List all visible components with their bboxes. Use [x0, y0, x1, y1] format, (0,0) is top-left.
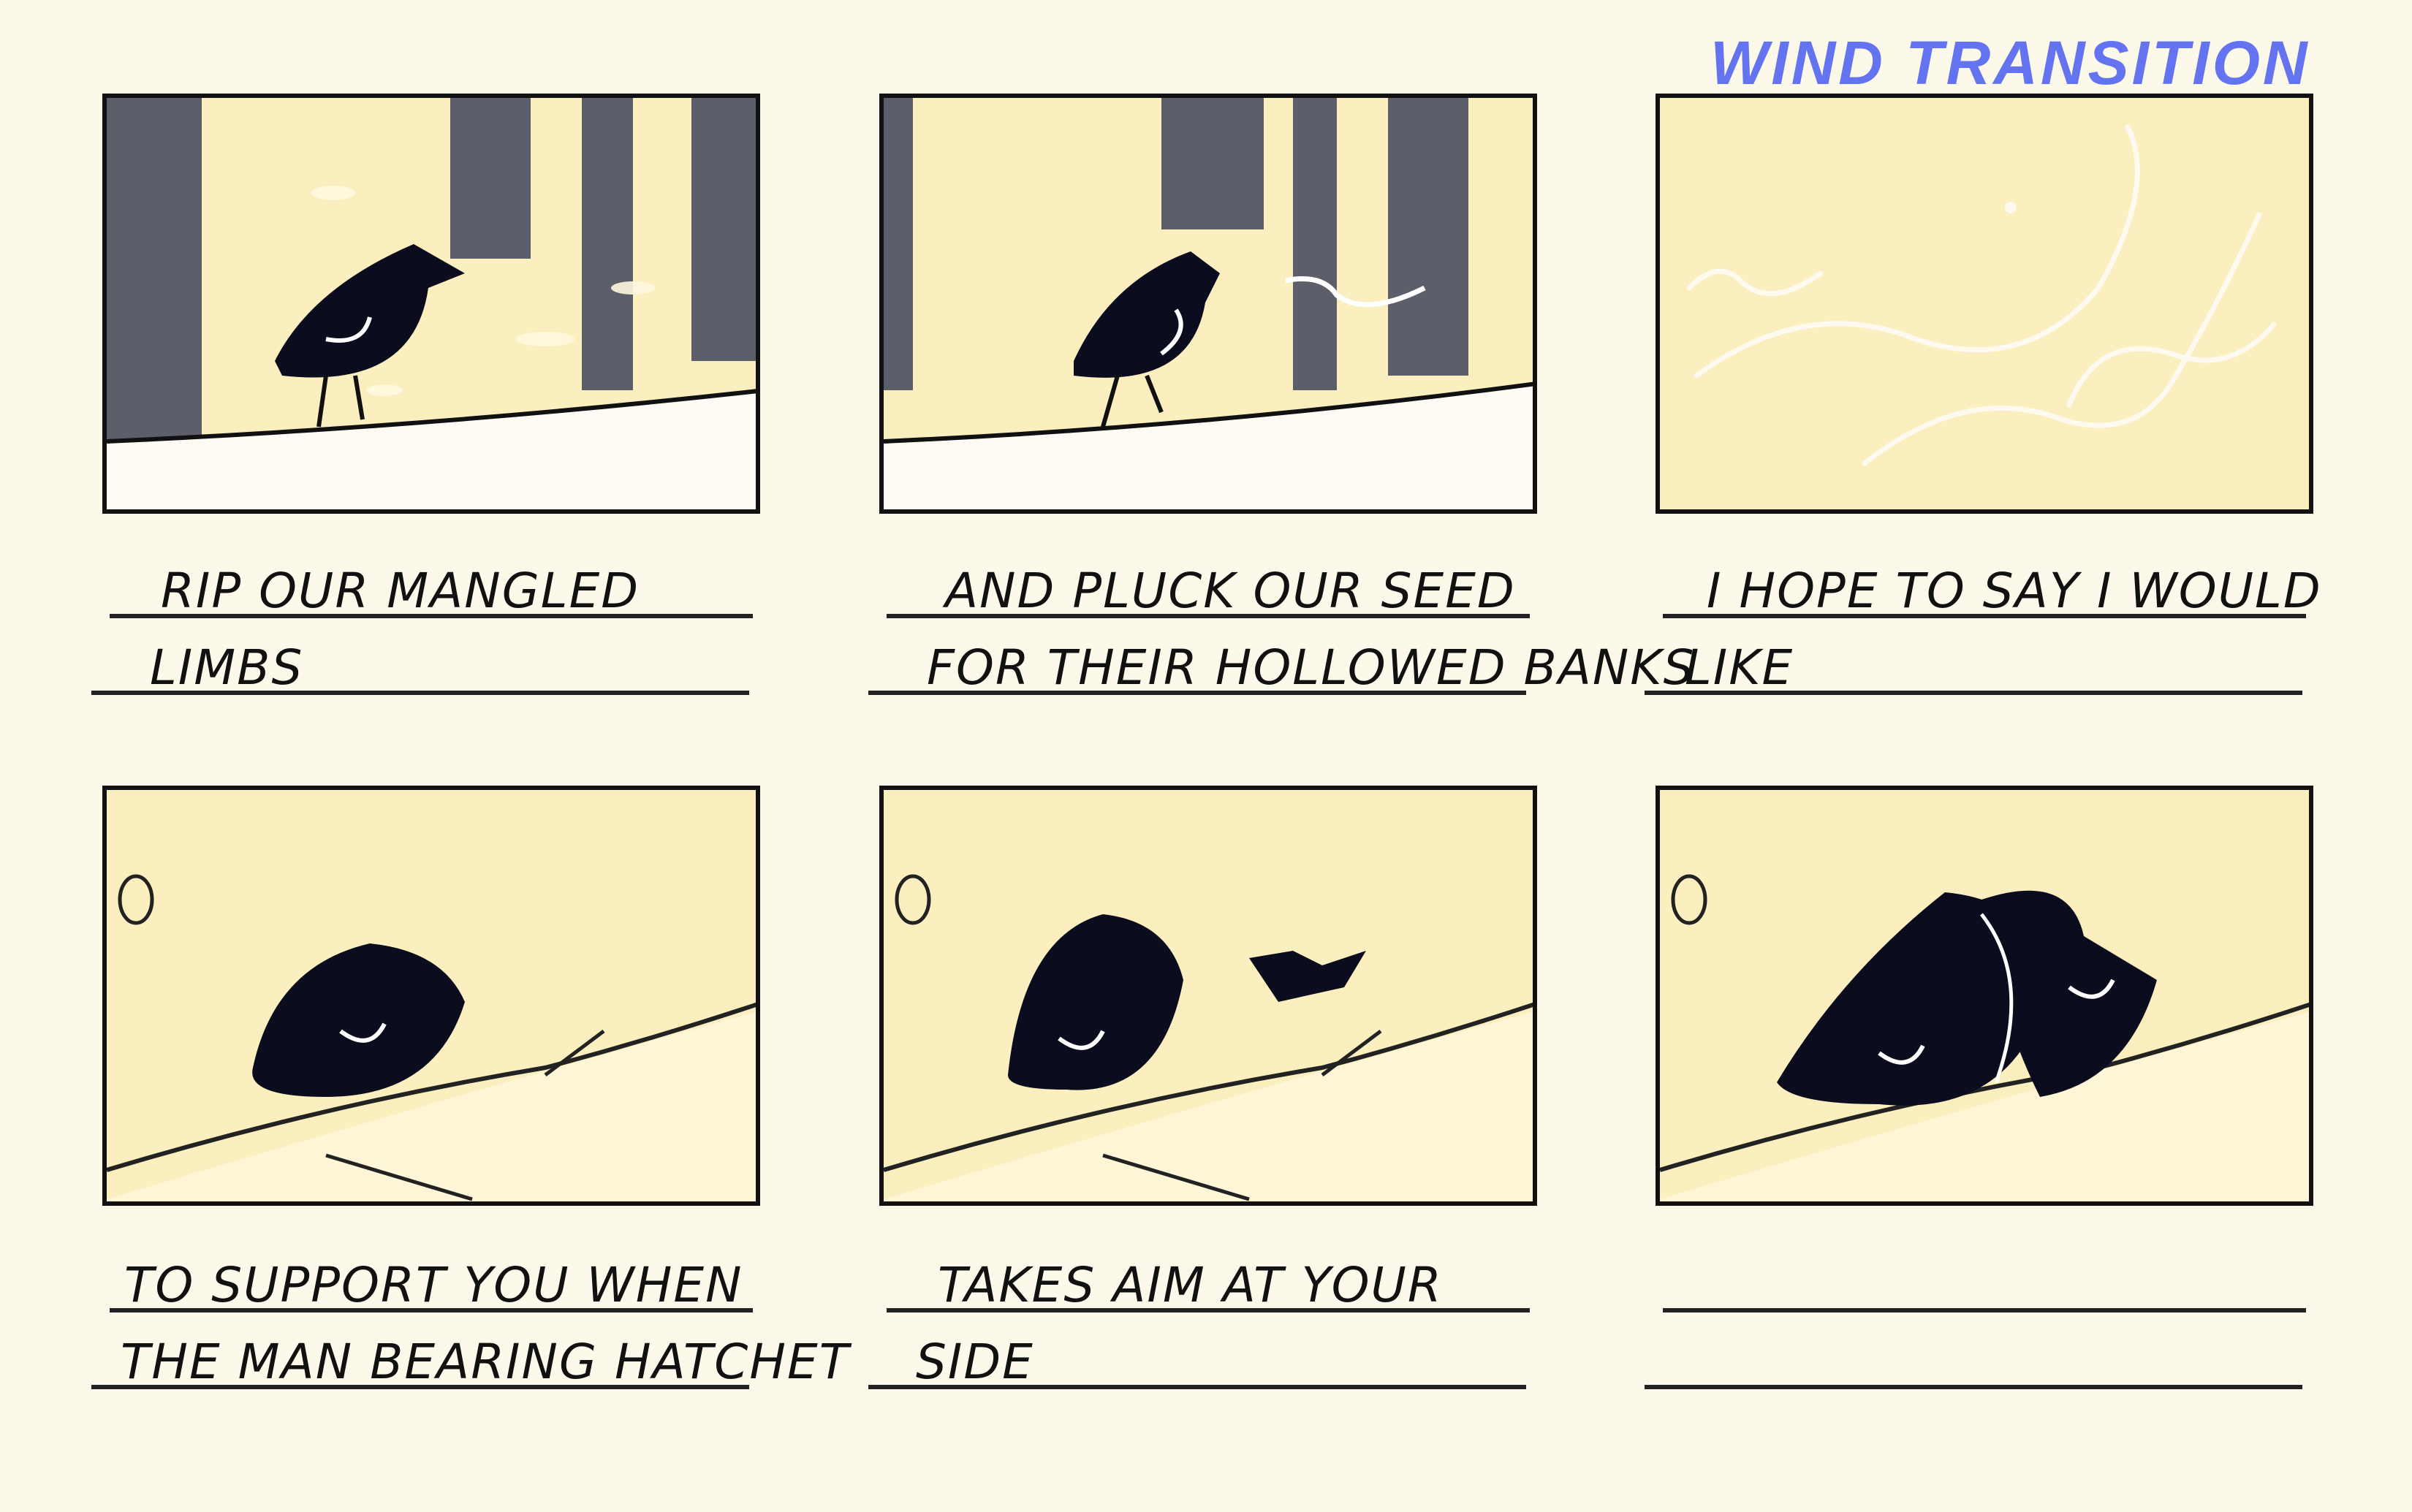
caption-text-line-2: THE MAN BEARING HATCHET — [121, 1334, 851, 1390]
storyboard-panel-5 — [879, 786, 1537, 1206]
caption-5: TAKES AIM AT YOUR SIDE — [865, 1235, 1530, 1410]
caption-text-line-2: LIKE — [1685, 639, 1794, 696]
caption-text-line-2: SIDE — [916, 1334, 1034, 1390]
caption-text-line-2: FOR THEIR HOLLOWED BANKS — [927, 639, 1696, 696]
panel-3-illustration — [1686, 124, 2277, 466]
storyboard-panel-2 — [879, 94, 1537, 514]
storyboard-panel-1 — [102, 94, 760, 514]
caption-2: AND PLUCK OUR SEED FOR THEIR HOLLOWED BA… — [865, 541, 1694, 716]
caption-text-line-1: RIP OUR MANGLED — [161, 563, 640, 619]
panel-5-illustration — [884, 874, 1533, 1201]
storyboard-panel-6 — [1656, 786, 2313, 1206]
caption-6 — [1641, 1235, 2306, 1410]
caption-line — [1645, 1385, 2302, 1389]
caption-line — [1663, 1308, 2306, 1312]
panel-2-illustration — [884, 98, 1533, 509]
caption-text-line-1: I HOPE TO SAY I WOULD — [1707, 563, 2322, 619]
storyboard-panel-3 — [1656, 94, 2313, 514]
caption-3: I HOPE TO SAY I WOULD LIKE — [1641, 541, 2321, 716]
caption-text-line-1: AND PLUCK OUR SEED — [945, 563, 1516, 619]
panel-4-illustration — [107, 874, 756, 1201]
panel-1-illustration — [107, 98, 756, 509]
caption-text-line-1: TAKES AIM AT YOUR — [938, 1257, 1443, 1313]
storyboard-panel-4 — [102, 786, 760, 1206]
caption-text-line-1: TO SUPPORT YOU WHEN — [124, 1257, 743, 1313]
caption-4: TO SUPPORT YOU WHEN THE MAN BEARING HATC… — [88, 1235, 849, 1410]
caption-1: RIP OUR MANGLED LIMBS — [88, 541, 753, 716]
panel-6-illustration — [1660, 874, 2309, 1201]
caption-text-line-2: LIMBS — [150, 639, 304, 696]
wind-transition-note: WIND TRANSITION — [1710, 29, 2310, 97]
